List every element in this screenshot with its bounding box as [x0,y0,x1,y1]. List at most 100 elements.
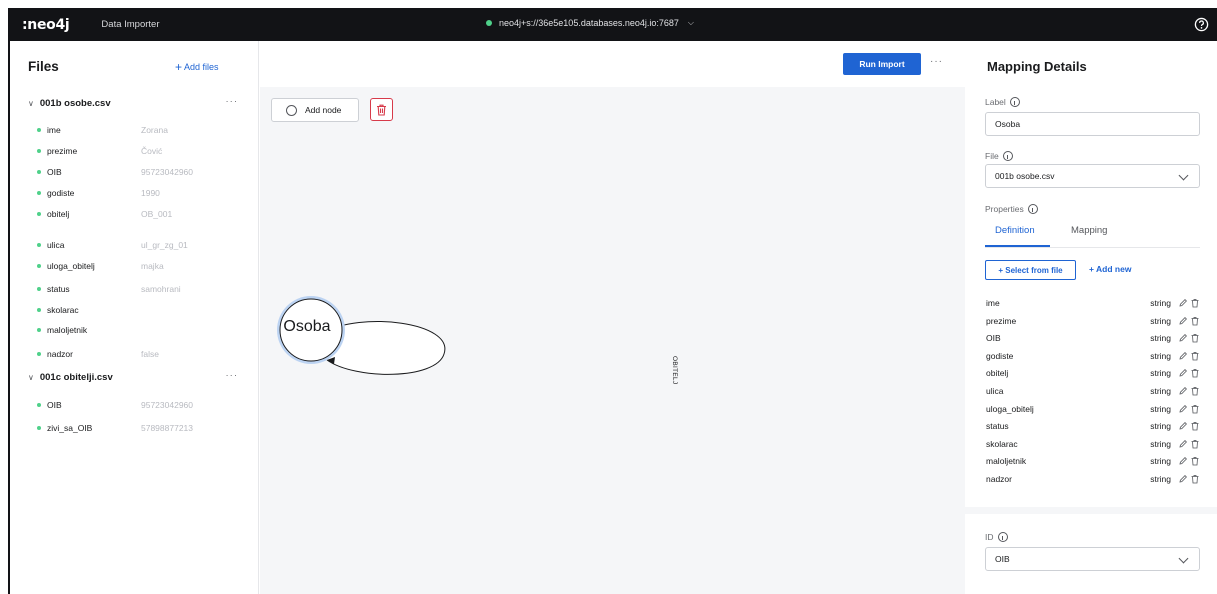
property-row[interactable]: ulica string [986,384,1200,398]
file-more-menu[interactable]: ··· [226,96,239,107]
column-dot [37,352,41,356]
list-item[interactable]: zivi_sa_OIB 57898877213 [37,421,237,435]
property-type[interactable]: string [1150,316,1171,326]
add-node-button[interactable]: Add node [271,98,359,122]
list-item[interactable]: skolarac [37,303,237,317]
trash-icon[interactable] [1190,386,1200,396]
label-input[interactable]: Osoba [985,112,1200,136]
chevron-down-icon[interactable]: ∨ [28,373,34,382]
list-item[interactable]: obitelj OB_001 [37,207,237,221]
trash-icon[interactable] [1190,439,1200,449]
edit-icon[interactable] [1178,421,1188,431]
trash-icon[interactable] [1190,474,1200,484]
connection-uri: neo4j+s://36e5e105.databases.neo4j.io:76… [499,18,679,28]
list-item[interactable]: status samohrani [37,282,237,296]
property-name: prezime [986,315,1017,326]
trash-icon[interactable] [1190,333,1200,343]
info-icon[interactable] [1002,151,1013,161]
column-dot [37,426,41,430]
edit-icon[interactable] [1178,351,1188,361]
edit-icon[interactable] [1178,456,1188,466]
property-row[interactable]: skolarac string [986,437,1200,451]
info-icon[interactable] [1027,204,1038,214]
trash-icon[interactable] [1190,351,1200,361]
list-item[interactable]: ime Zorana [37,123,237,137]
graph-node[interactable] [279,298,343,362]
property-row[interactable]: maloljetnik string [986,454,1200,468]
property-row[interactable]: prezime string [986,314,1200,328]
trash-icon [377,104,386,116]
file-header-obitelji[interactable]: ∨ 001c obitelji.csv ··· [28,370,239,383]
edit-icon[interactable] [1178,316,1188,326]
list-item[interactable]: uloga_obitelj majka [37,259,237,273]
top-bar: :neo4j Data Importer neo4j+s://36e5e105.… [8,8,1217,41]
delete-button[interactable] [370,98,393,121]
list-item[interactable]: OIB 95723042960 [37,398,237,412]
property-row[interactable]: OIB string [986,331,1200,345]
file-name: 001c obitelji.csv [39,372,113,383]
select-from-file-button[interactable]: + Select from file [985,260,1076,280]
property-type[interactable]: string [1150,298,1171,308]
tab-definition[interactable]: Definition [995,225,1035,236]
property-type[interactable]: string [1150,351,1171,361]
run-import-button[interactable]: Run Import [843,53,921,75]
property-type[interactable]: string [1150,474,1171,484]
list-item[interactable]: maloljetnik [37,323,237,337]
property-name: OIB [986,333,1001,344]
column-name: maloljetnik [47,325,88,335]
edit-icon[interactable] [1178,404,1188,414]
id-card: ID OIB [965,514,1217,594]
list-item[interactable]: nadzor false [37,347,237,361]
trash-icon[interactable] [1190,316,1200,326]
file-more-menu[interactable]: ··· [226,370,239,381]
file-select[interactable]: 001b osobe.csv [985,164,1200,188]
property-type[interactable]: string [1150,421,1171,431]
trash-icon[interactable] [1190,404,1200,414]
trash-icon[interactable] [1190,456,1200,466]
add-new-button[interactable]: + Add new [1089,264,1131,274]
tab-mapping[interactable]: Mapping [1071,225,1107,236]
property-type[interactable]: string [1150,404,1171,414]
info-icon[interactable] [997,532,1008,542]
chevron-down-icon[interactable]: ∨ [28,99,34,108]
list-item[interactable]: godiste 1990 [37,186,237,200]
property-type[interactable]: string [1150,333,1171,343]
list-item[interactable]: ulica ul_gr_zg_01 [37,238,237,252]
trash-icon[interactable] [1190,298,1200,308]
column-name: prezime [47,146,78,156]
trash-icon[interactable] [1190,421,1200,431]
edit-icon[interactable] [1178,386,1188,396]
connection-selector[interactable]: neo4j+s://36e5e105.databases.neo4j.io:76… [486,18,694,28]
mapping-card: Mapping Details Label Osoba File 001b os… [965,41,1217,507]
property-row[interactable]: obitelj string [986,366,1200,380]
list-item[interactable]: OIB 95723042960 [37,165,237,179]
file-header-osobe[interactable]: ∨ 001b osobe.csv ··· [28,96,239,109]
property-row[interactable]: uloga_obitelj string [986,402,1200,416]
property-type[interactable]: string [1150,439,1171,449]
edit-icon[interactable] [1178,333,1188,343]
column-sample: 95723042960 [141,400,194,410]
property-type[interactable]: string [1150,368,1171,378]
edit-icon[interactable] [1178,474,1188,484]
chevron-down-icon: ⌵ [687,18,694,27]
neo4j-logo[interactable]: :neo4j [22,17,70,33]
add-files-button[interactable]: + Add files [175,60,219,74]
column-name: OIB [47,167,62,177]
id-select[interactable]: OIB [985,547,1200,571]
property-name: ulica [986,386,1004,396]
edit-icon[interactable] [1178,439,1188,449]
info-icon[interactable] [1009,97,1020,107]
help-icon[interactable] [1194,17,1209,32]
property-row[interactable]: godiste string [986,349,1200,363]
trash-icon[interactable] [1190,368,1200,378]
column-dot [37,212,41,216]
edit-icon[interactable] [1178,368,1188,378]
property-row[interactable]: nadzor string [986,472,1200,486]
more-options-button[interactable]: ··· [930,56,943,67]
edit-icon[interactable] [1178,298,1188,308]
property-row[interactable]: status string [986,419,1200,433]
property-type[interactable]: string [1150,456,1171,466]
property-type[interactable]: string [1150,386,1171,396]
list-item[interactable]: prezime Čović [37,144,237,158]
property-row[interactable]: ime string [986,296,1200,310]
